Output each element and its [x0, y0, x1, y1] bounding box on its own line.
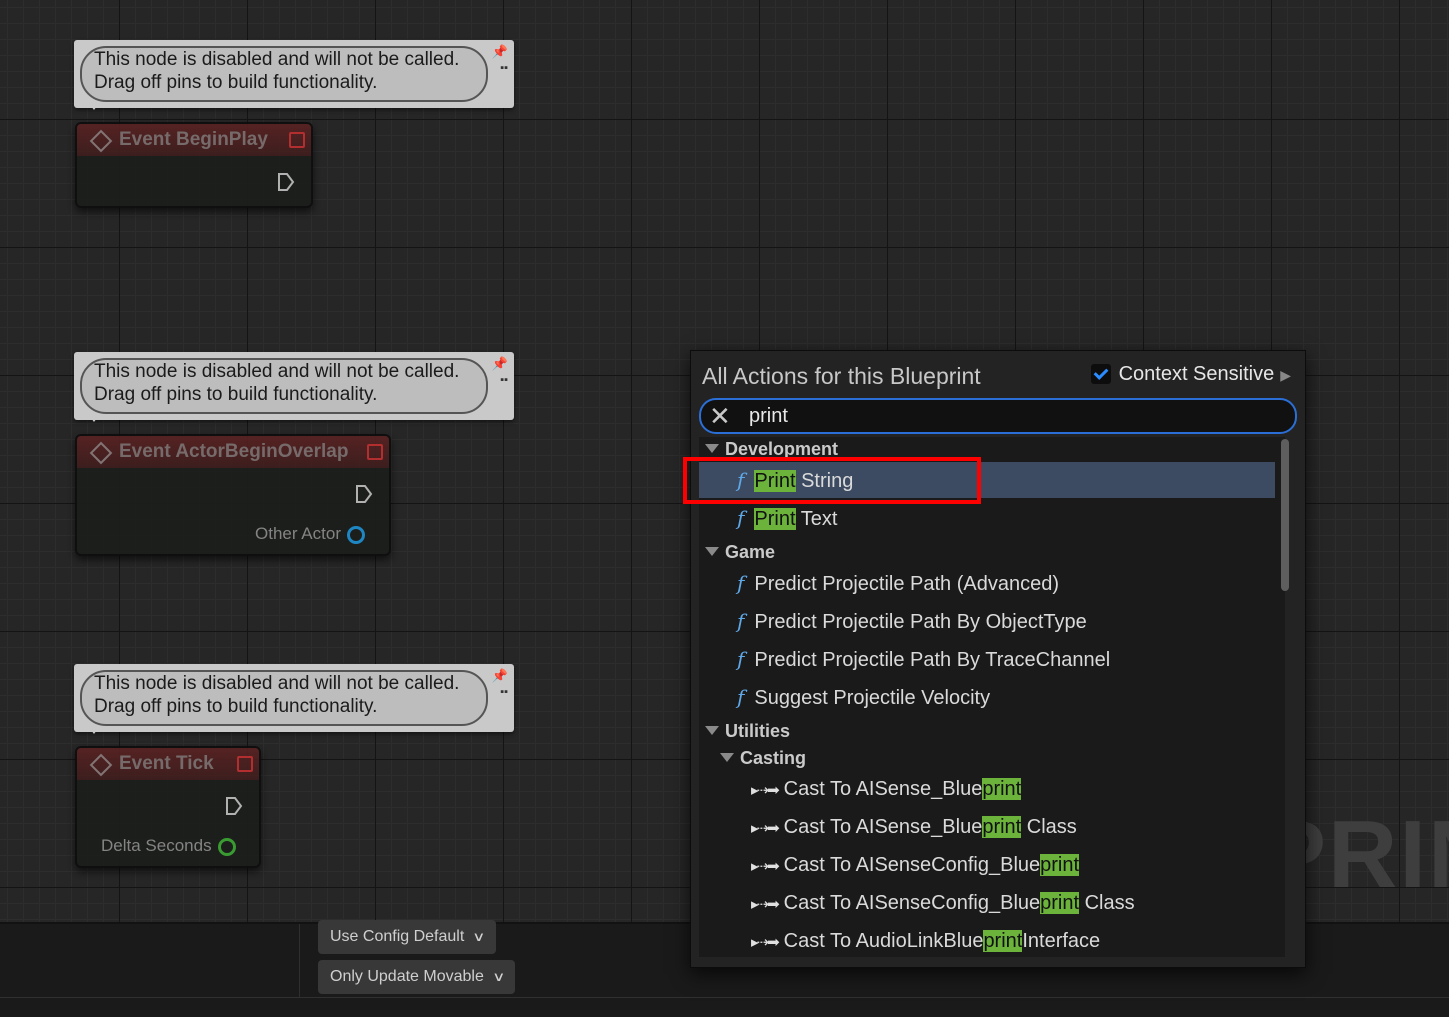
action-item-print-text[interactable]: f Print Text: [699, 500, 1275, 536]
disabled-comment-bubble[interactable]: This node is disabled and will not be ca…: [74, 664, 514, 734]
function-icon: f: [737, 506, 745, 530]
event-tick-node[interactable]: Event Tick Delta Seconds: [75, 746, 261, 868]
float-pin-icon[interactable]: [217, 837, 236, 856]
exec-output-pin-icon[interactable]: [277, 172, 295, 192]
action-item-cast[interactable]: ▸⇢➡ Cast To AISenseConfig_Blueprint: [699, 847, 1080, 883]
cast-arrow-icon: ▸⇢➡: [751, 782, 780, 799]
action-menu: All Actions for this Blueprint Context S…: [690, 350, 1306, 968]
comment-line-1: This node is disabled and will not be ca…: [94, 361, 460, 382]
dropdown-value: Use Config Default: [330, 928, 465, 945]
chevron-down-icon: ∨: [472, 929, 486, 944]
comment-options-icon[interactable]: ▪▪: [500, 686, 508, 698]
update-movable-dropdown[interactable]: Only Update Movable ∨: [318, 960, 516, 994]
category-utilities[interactable]: Utilities: [705, 721, 790, 742]
cast-arrow-icon: ▸⇢➡: [751, 934, 780, 951]
chevron-down-icon: ∨: [491, 969, 506, 984]
cast-arrow-icon: ▸⇢➡: [751, 820, 780, 837]
category-game[interactable]: Game: [705, 542, 775, 563]
comment-line-1: This node is disabled and will not be ca…: [94, 49, 460, 70]
action-item[interactable]: f Predict Projectile Path (Advanced): [699, 565, 1059, 601]
action-item[interactable]: f Suggest Projectile Velocity: [699, 679, 990, 715]
cast-arrow-icon: ▸⇢➡: [751, 896, 780, 913]
action-item-cast[interactable]: ▸⇢➡ Cast To AudioLinkBlueprintInterface: [699, 923, 1100, 957]
function-icon: f: [737, 685, 745, 709]
clear-search-icon[interactable]: ✕: [709, 400, 731, 432]
delta-seconds-pin-label: Delta Seconds: [101, 836, 212, 855]
action-item[interactable]: f Predict Projectile Path By ObjectType: [699, 603, 1087, 639]
node-title: Event Tick: [119, 753, 214, 774]
menu-scrollbar[interactable]: [1281, 439, 1289, 591]
collapse-arrow-icon[interactable]: [705, 444, 719, 453]
pin-icon[interactable]: 📌: [492, 356, 508, 372]
exec-output-pin-icon[interactable]: [225, 796, 243, 816]
menu-title: All Actions for this Blueprint: [702, 363, 981, 389]
action-item-cast[interactable]: ▸⇢➡ Cast To AISense_Blueprint: [699, 771, 1022, 807]
config-default-dropdown[interactable]: Use Config Default ∨: [318, 920, 496, 954]
event-beginplay-node[interactable]: Event BeginPlay: [75, 122, 313, 208]
other-actor-pin-label: Other Actor: [255, 524, 341, 543]
action-item-cast[interactable]: ▸⇢➡ Cast To AISense_Blueprint Class: [699, 809, 1077, 845]
delegate-pin-icon[interactable]: [289, 132, 305, 148]
event-icon: [89, 753, 113, 777]
action-item[interactable]: f Predict Projectile Path By TraceChannel: [699, 641, 1110, 677]
event-actorbeginoverlap-node[interactable]: Event ActorBeginOverlap Other Actor: [75, 434, 391, 556]
comment-line-1: This node is disabled and will not be ca…: [94, 673, 460, 694]
action-list[interactable]: Development f Print String f Print Text Ga…: [699, 437, 1285, 957]
function-icon: f: [737, 647, 745, 671]
search-input[interactable]: [747, 402, 1271, 430]
event-icon: [89, 441, 113, 465]
context-sensitive-checkbox[interactable]: [1090, 364, 1111, 384]
node-title: Event BeginPlay: [119, 129, 268, 150]
comment-options-icon[interactable]: ▪▪: [500, 62, 508, 74]
exec-output-pin-icon[interactable]: [355, 484, 373, 504]
comment-line-2: Drag off pins to build functionality.: [94, 384, 378, 405]
dropdown-value: Only Update Movable: [330, 968, 484, 985]
event-icon: [89, 129, 113, 153]
comment-line-2: Drag off pins to build functionality.: [94, 72, 378, 93]
collapse-arrow-icon[interactable]: [720, 753, 734, 762]
disabled-comment-bubble[interactable]: This node is disabled and will not be ca…: [74, 352, 514, 422]
action-search-box[interactable]: ✕: [699, 398, 1297, 434]
context-sensitive-label: Context Sensitive: [1118, 363, 1275, 385]
function-icon: f: [737, 571, 745, 595]
pin-icon[interactable]: 📌: [492, 44, 508, 60]
object-pin-icon[interactable]: [346, 525, 365, 544]
node-title: Event ActorBeginOverlap: [119, 441, 349, 462]
disabled-comment-bubble[interactable]: This node is disabled and will not be ca…: [74, 40, 514, 110]
collapse-arrow-icon[interactable]: [705, 726, 719, 735]
comment-line-2: Drag off pins to build functionality.: [94, 696, 378, 717]
delegate-pin-icon[interactable]: [367, 444, 383, 460]
highlight-annotation-box: [683, 457, 981, 504]
comment-options-icon[interactable]: ▪▪: [500, 374, 508, 386]
cast-arrow-icon: ▸⇢➡: [751, 858, 780, 875]
action-item-cast[interactable]: ▸⇢➡ Cast To AISenseConfig_Blueprint Class: [699, 885, 1135, 921]
chevron-right-icon[interactable]: ▶: [1280, 367, 1291, 384]
category-casting[interactable]: Casting: [720, 748, 806, 769]
delegate-pin-icon[interactable]: [237, 756, 253, 772]
context-sensitive-toggle[interactable]: Context Sensitive ▶: [1090, 363, 1291, 386]
collapse-arrow-icon[interactable]: [705, 547, 719, 556]
pin-icon[interactable]: 📌: [492, 668, 508, 684]
function-icon: f: [737, 609, 745, 633]
